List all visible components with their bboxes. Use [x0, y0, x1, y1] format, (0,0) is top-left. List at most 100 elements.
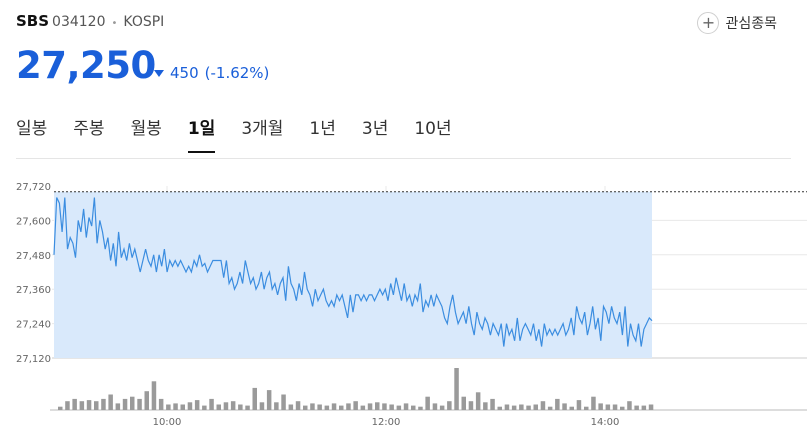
tab-weekly[interactable]: 주봉 — [73, 114, 104, 153]
volume-bar — [151, 381, 157, 410]
y-tick-label: 27,480 — [16, 251, 51, 262]
volume-bar — [180, 404, 185, 410]
change-rate: (-1.62%) — [204, 64, 270, 82]
add-favorite-button[interactable]: + 관심종목 — [697, 12, 777, 34]
tab-10year[interactable]: 10년 — [414, 114, 451, 153]
volume-bar — [144, 391, 149, 410]
y-tick-label: 27,720 — [16, 182, 51, 193]
volume-bar — [281, 394, 286, 410]
volume-bar — [648, 404, 654, 410]
volume-bar — [627, 401, 632, 410]
volume-bar — [274, 402, 279, 410]
volume-bar — [360, 405, 366, 410]
volume-bar — [238, 404, 243, 410]
change-amount: 450 — [170, 64, 199, 82]
volume-bar — [490, 398, 495, 410]
volume-bar — [382, 403, 387, 410]
current-price: 27,250 — [16, 44, 156, 87]
volume-bar — [519, 404, 524, 410]
volume-bars — [58, 368, 654, 410]
tab-1day[interactable]: 1일 — [187, 114, 216, 153]
volume-bar — [475, 392, 481, 410]
intraday-chart[interactable]: 27,720 27,600 27,480 27,360 27,240 27,120 10:… — [0, 170, 807, 436]
tab-3year[interactable]: 3년 — [362, 114, 388, 153]
volume-bar — [432, 403, 438, 410]
volume-bar — [598, 403, 603, 410]
volume-bar — [641, 405, 647, 410]
tab-1year[interactable]: 1년 — [309, 114, 335, 153]
volume-bar — [259, 402, 265, 410]
volume-bar — [194, 400, 200, 410]
volume-bar — [108, 394, 113, 410]
volume-bar — [396, 405, 402, 410]
volume-bar — [324, 405, 330, 410]
volume-bar — [158, 398, 164, 410]
separator-dot: • — [111, 18, 118, 29]
volume-bar — [634, 405, 639, 410]
volume-bar — [483, 402, 488, 410]
volume-bar — [576, 400, 582, 410]
volume-bar — [526, 405, 531, 410]
volume-bar — [65, 401, 70, 410]
volume-bar — [58, 406, 63, 410]
volume-bar — [569, 406, 574, 410]
volume-bar — [418, 406, 423, 410]
volume-bar — [101, 398, 106, 410]
y-axis-labels: 27,720 27,600 27,480 27,360 27,240 27,120 — [16, 182, 51, 365]
volume-bar — [461, 396, 466, 410]
tab-divider — [16, 158, 791, 159]
tab-daily[interactable]: 일봉 — [16, 114, 47, 153]
x-axis-labels: 10:00 12:00 14:00 — [153, 417, 620, 428]
volume-bar — [187, 402, 193, 410]
volume-bar — [216, 404, 221, 410]
x-tick-label: 10:00 — [153, 417, 182, 428]
volume-bar — [612, 404, 618, 410]
volume-bar — [447, 401, 452, 410]
tab-3month[interactable]: 3개월 — [241, 114, 283, 153]
favorite-label: 관심종목 — [725, 16, 777, 32]
price-change: 450 (-1.62%) — [154, 64, 269, 82]
volume-bar — [230, 401, 236, 410]
volume-bar — [202, 405, 207, 410]
volume-bar — [72, 398, 77, 410]
volume-bar — [339, 405, 344, 410]
volume-bar — [411, 405, 416, 410]
volume-bar — [94, 401, 99, 410]
volume-bar — [403, 403, 409, 410]
volume-bar — [497, 406, 502, 410]
down-arrow-icon — [154, 69, 164, 77]
volume-bar — [468, 401, 474, 410]
volume-bar — [166, 404, 171, 410]
volume-bar — [317, 404, 322, 410]
volume-bar — [454, 368, 459, 410]
volume-bar — [288, 404, 294, 410]
volume-bar — [209, 398, 214, 410]
volume-bar — [389, 404, 394, 410]
volume-bar — [375, 402, 380, 410]
volume-bar — [223, 402, 229, 410]
period-tabs: 일봉 주봉 월봉 1일 3개월 1년 3년 10년 — [16, 114, 478, 153]
volume-bar — [511, 405, 517, 410]
volume-bar — [295, 401, 301, 410]
volume-bar — [504, 404, 510, 410]
market-name: KOSPI — [123, 14, 165, 30]
volume-bar — [266, 390, 272, 410]
stock-code: 034120 — [52, 14, 106, 30]
volume-bar — [620, 406, 625, 410]
volume-bar — [331, 403, 337, 410]
volume-bar — [353, 401, 358, 410]
y-tick-label: 27,120 — [16, 354, 51, 365]
volume-bar — [310, 403, 315, 410]
volume-bar — [547, 406, 553, 410]
y-tick-label: 27,600 — [16, 216, 51, 227]
x-tick-label: 14:00 — [591, 417, 620, 428]
tab-monthly[interactable]: 월봉 — [131, 114, 162, 153]
volume-bar — [584, 406, 589, 410]
x-tick-label: 12:00 — [372, 417, 401, 428]
volume-bar — [439, 405, 445, 410]
volume-bar — [252, 387, 257, 410]
volume-bar — [115, 403, 121, 410]
volume-bar — [79, 401, 85, 410]
volume-bar — [540, 401, 546, 410]
volume-bar — [245, 405, 250, 410]
